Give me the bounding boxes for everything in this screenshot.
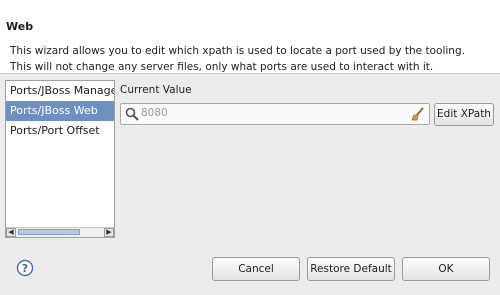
cancel-button[interactable]: Cancel xyxy=(212,257,300,281)
page-title: Web xyxy=(6,20,34,33)
list-item-jboss-web[interactable]: Ports/JBoss Web xyxy=(6,101,114,121)
page-description: This wizard allows you to edit which xpa… xyxy=(10,43,465,75)
ok-button[interactable]: OK xyxy=(402,257,490,281)
ports-list[interactable]: Ports/JBoss Manager Ports/JBoss Web Port… xyxy=(5,80,115,238)
restore-default-button[interactable]: Restore Default xyxy=(307,257,395,281)
scroll-thumb[interactable] xyxy=(18,229,80,235)
scroll-left-icon[interactable]: ◀ xyxy=(6,228,16,237)
horizontal-scrollbar[interactable]: ◀ ▶ xyxy=(6,227,114,237)
wizard-header: Web This wizard allows you to edit which… xyxy=(0,0,500,74)
svg-text:?: ? xyxy=(22,262,28,275)
current-value-label: Current Value xyxy=(120,84,192,96)
edit-xpath-button[interactable]: Edit XPath xyxy=(434,103,494,126)
help-icon[interactable]: ? xyxy=(16,259,34,277)
description-line-1: This wizard allows you to edit which xpa… xyxy=(10,45,465,57)
brush-icon[interactable] xyxy=(411,107,425,121)
current-value-field[interactable]: 8080 xyxy=(120,103,430,125)
search-icon xyxy=(125,107,139,121)
scroll-right-icon[interactable]: ▶ xyxy=(104,228,114,237)
list-item-port-offset[interactable]: Ports/Port Offset xyxy=(6,121,114,141)
current-value-text: 8080 xyxy=(141,107,168,119)
description-line-2: This will not change any server files, o… xyxy=(10,61,434,73)
list-item-jboss-manager[interactable]: Ports/JBoss Manager xyxy=(6,81,114,101)
